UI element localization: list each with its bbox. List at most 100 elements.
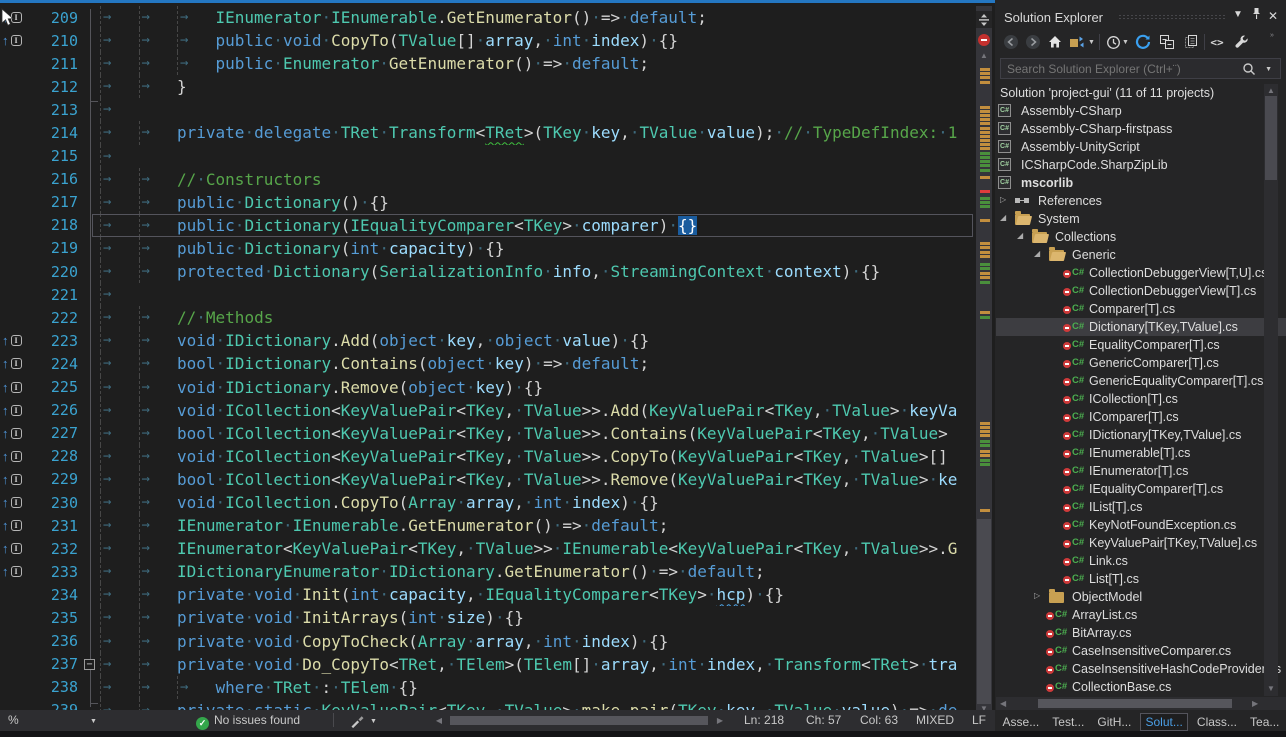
tool-window-tab-class[interactable]: Class... xyxy=(1193,714,1241,730)
line-number[interactable]: 217 xyxy=(30,193,78,211)
line-number[interactable]: 230 xyxy=(30,494,78,512)
tree-item-icollection-t-cs[interactable]: C#ICollection[T].cs xyxy=(996,390,1286,408)
line-number[interactable]: 209 xyxy=(30,9,78,27)
outline-margin[interactable]: − xyxy=(78,653,100,676)
code-line-227[interactable]: ↑I227→→bool·ICollection<KeyValuePair<TKe… xyxy=(0,422,976,445)
code-text[interactable]: → xyxy=(100,145,976,168)
tree-item-genericequalitycomparer-t-cs[interactable]: C#GenericEqualityComparer[T].cs xyxy=(996,372,1286,390)
close-icon[interactable]: ✕ xyxy=(1268,9,1278,23)
code-line-236[interactable]: 236→→private·void·CopyToCheck(Array·arra… xyxy=(0,630,976,653)
hscroll-left-arrow-icon[interactable]: ◀ xyxy=(433,716,445,725)
code-line-211[interactable]: 211→→→public·Enumerator·GetEnumerator()·… xyxy=(0,52,976,75)
tree-hscrollbar-thumb[interactable] xyxy=(1038,699,1232,708)
fold-collapse-icon[interactable]: − xyxy=(84,659,95,670)
switch-views-icon[interactable] xyxy=(1068,33,1086,51)
code-line-232[interactable]: ↑I232→→IEnumerator<KeyValuePair<TKey,·TV… xyxy=(0,537,976,560)
tree-scroll-down-icon[interactable]: ▼ xyxy=(1264,684,1278,693)
code-text[interactable]: → xyxy=(100,98,976,121)
code-text[interactable]: →→→where·TRet·:·TElem·{} xyxy=(100,676,976,699)
code-line-238[interactable]: 238 →→→where·TRet·:·TElem·{} xyxy=(0,676,976,699)
tree-item-system[interactable]: ◢System xyxy=(996,210,1286,228)
expander-expanded-icon[interactable]: ◢ xyxy=(1000,213,1006,222)
code-line-218[interactable]: 218→→public·Dictionary(IEqualityComparer… xyxy=(0,214,976,237)
code-text[interactable]: →→void·IDictionary.Remove(object·key)·{} xyxy=(100,376,976,399)
tree-scroll-up-icon[interactable]: ▲ xyxy=(1264,86,1278,95)
tool-window-tab-solut[interactable]: Solut... xyxy=(1140,713,1187,731)
expander-expanded-icon[interactable]: ◢ xyxy=(1017,231,1023,240)
code-line-231[interactable]: ↑I231→→IEnumerator·IEnumerable.GetEnumer… xyxy=(0,514,976,537)
line-number[interactable]: 233 xyxy=(30,563,78,581)
tree-item-genericcomparer-t-cs[interactable]: C#GenericComparer[T].cs xyxy=(996,354,1286,372)
code-text[interactable]: →→→IEnumerator·IEnumerable.GetEnumerator… xyxy=(100,6,976,29)
window-position-icon[interactable]: ▼ xyxy=(1233,9,1243,20)
code-text[interactable]: →→void·IDictionary.Add(object·key,·objec… xyxy=(100,329,976,352)
tree-item-ienumerable-t-cs[interactable]: C#IEnumerable[T].cs xyxy=(996,444,1286,462)
toolbar-overflow-icon[interactable]: » xyxy=(1270,32,1274,39)
expander-expanded-icon[interactable]: ◢ xyxy=(1034,249,1040,258)
char-indicator[interactable]: Ch: 57 xyxy=(806,713,841,727)
line-number[interactable]: 220 xyxy=(30,263,78,281)
tool-window-tab-tea[interactable]: Tea... xyxy=(1246,714,1283,730)
line-number[interactable]: 216 xyxy=(30,170,78,188)
eol-indicator[interactable]: LF xyxy=(972,713,986,727)
implements-glyph[interactable]: ↑I xyxy=(0,380,30,395)
code-text[interactable]: →→void·ICollection<KeyValuePair<TKey,·TV… xyxy=(100,399,976,422)
line-number[interactable]: 213 xyxy=(30,101,78,119)
tool-window-tab-asse[interactable]: Asse... xyxy=(999,714,1044,730)
tree-item-ienumerator-t-cs[interactable]: C#IEnumerator[T].cs xyxy=(996,462,1286,480)
filter-caret-icon[interactable]: ▼ xyxy=(1122,39,1129,46)
search-box[interactable]: ▼ xyxy=(1000,58,1281,79)
line-number[interactable]: 214 xyxy=(30,124,78,142)
line-number[interactable]: 222 xyxy=(30,309,78,327)
back-icon[interactable] xyxy=(1002,33,1020,51)
code-line-215[interactable]: 215 → xyxy=(0,145,976,168)
tree-hscroll-right-icon[interactable]: ▶ xyxy=(1252,699,1258,708)
implements-glyph[interactable]: ↑I xyxy=(0,356,30,371)
code-text[interactable]: →→→public·void·CopyTo(TValue[]·array,·in… xyxy=(100,29,976,52)
tree-item-icsharpcode-sharpziplib[interactable]: C#ICSharpCode.SharpZipLib xyxy=(996,156,1286,174)
code-line-219[interactable]: 219→→public·Dictionary(int·capacity)·{} xyxy=(0,237,976,260)
tree-item-collectionbase-cs[interactable]: C#CollectionBase.cs xyxy=(996,678,1286,696)
scroll-up-arrow-icon[interactable]: ▲ xyxy=(976,51,992,60)
tree-item-caseinsensitivehashcodeprovider-cs[interactable]: C#CaseInsensitiveHashCodeProvider.cs xyxy=(996,660,1286,678)
editor-vertical-scrollbar[interactable]: ▲ ▼ xyxy=(976,6,992,710)
code-line-217[interactable]: 217→→public·Dictionary()·{} xyxy=(0,191,976,214)
panel-grip[interactable] xyxy=(1118,14,1226,20)
code-line-237[interactable]: 237−→→private·void·Do_CopyTo<TRet,·TElem… xyxy=(0,653,976,676)
code-text[interactable]: →→IEnumerator<KeyValuePair<TKey,·TValue>… xyxy=(100,537,976,560)
code-text[interactable]: →→→public·Enumerator·GetEnumerator()·=>·… xyxy=(100,52,976,75)
implements-glyph[interactable]: ↑I xyxy=(0,541,30,556)
tree-item-solution-project-gui-11-of-11-projects[interactable]: Solution 'project-gui' (11 of 11 project… xyxy=(996,84,1286,102)
code-line-239[interactable]: 239→→private·static·KeyValuePair<TKey,·T… xyxy=(0,699,976,710)
tree-scrollbar-thumb[interactable] xyxy=(1265,96,1277,180)
code-editor[interactable]: ↑I 209 →→→IEnumerator·IEnumerable.GetEnume… xyxy=(0,0,995,710)
tree-item-objectmodel[interactable]: ▷ObjectModel xyxy=(996,588,1286,606)
tree-item-arraylist-cs[interactable]: C#ArrayList.cs xyxy=(996,606,1286,624)
line-number[interactable]: 227 xyxy=(30,424,78,442)
line-number[interactable]: 238 xyxy=(30,678,78,696)
code-line-214[interactable]: 214→→private·delegate·TRet·Transform<TRe… xyxy=(0,121,976,144)
code-text[interactable]: →→bool·ICollection<KeyValuePair<TKey,·TV… xyxy=(100,468,976,491)
line-number[interactable]: 237 xyxy=(30,655,78,673)
code-line-223[interactable]: ↑I223→→void·IDictionary.Add(object·key,·… xyxy=(0,329,976,352)
code-line-216[interactable]: 216 →→//·Constructors xyxy=(0,168,976,191)
line-number[interactable]: 234 xyxy=(30,586,78,604)
code-line-222[interactable]: 222→→//·Methods xyxy=(0,306,976,329)
line-number[interactable]: 218 xyxy=(30,216,78,234)
tree-item-assembly-csharp-firstpass[interactable]: C#Assembly-CSharp-firstpass xyxy=(996,120,1286,138)
code-line-212[interactable]: 212→→} xyxy=(0,75,976,98)
tree-item-ilist-t-cs[interactable]: C#IList[T].cs xyxy=(996,498,1286,516)
tree-item-list-t-cs[interactable]: C#List[T].cs xyxy=(996,570,1286,588)
expander-collapsed-icon[interactable]: ▷ xyxy=(1000,195,1006,204)
code-line-235[interactable]: 235→→private·void·InitArrays(int·size)·{… xyxy=(0,606,976,629)
tree-item-caseinsensitivecomparer-cs[interactable]: C#CaseInsensitiveComparer.cs xyxy=(996,642,1286,660)
line-number[interactable]: 231 xyxy=(30,517,78,535)
line-number[interactable]: 228 xyxy=(30,447,78,465)
code-text[interactable]: →→private·void·Do_CopyTo<TRet,·TElem>(TE… xyxy=(100,653,976,676)
line-number[interactable]: 224 xyxy=(30,355,78,373)
line-number[interactable]: 215 xyxy=(30,147,78,165)
tool-window-tab-test[interactable]: Test... xyxy=(1048,714,1088,730)
line-indicator[interactable]: Ln: 218 xyxy=(744,713,784,727)
code-text[interactable]: →→//·Constructors xyxy=(100,168,976,191)
tree-item-dictionary-tkey-tvalue-cs[interactable]: C#Dictionary[TKey,TValue].cs xyxy=(996,318,1286,336)
